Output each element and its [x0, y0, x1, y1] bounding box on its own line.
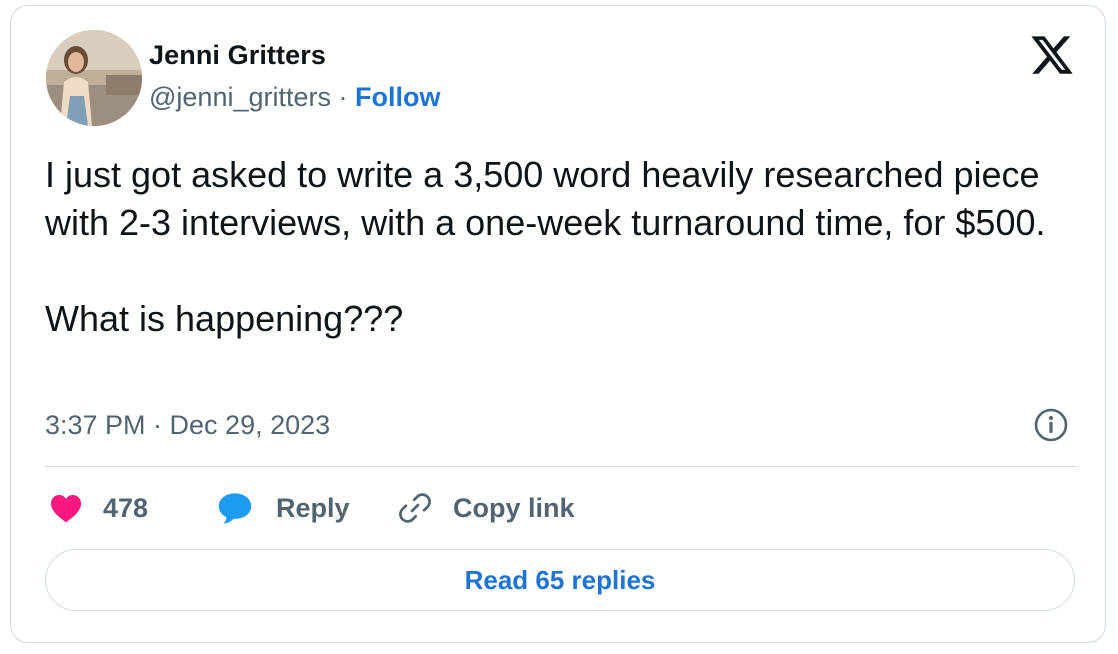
tweet-paragraph: What is happening??? [45, 298, 404, 339]
avatar[interactable] [46, 30, 142, 126]
tweet-paragraph: I just got asked to write a 3,500 word h… [45, 154, 1046, 243]
reply-label: Reply [276, 492, 350, 523]
info-icon[interactable] [1032, 406, 1070, 444]
x-logo-icon[interactable] [1029, 32, 1075, 78]
speech-bubble-icon [218, 493, 252, 524]
author-handle-row: @jenni_gritters · Follow [149, 82, 441, 113]
link-icon [399, 493, 431, 523]
like-button[interactable]: 478 [49, 486, 148, 530]
author-display-name[interactable]: Jenni Gritters [149, 40, 326, 71]
read-replies-button[interactable]: Read 65 replies [45, 549, 1075, 611]
copy-link-label: Copy link [453, 492, 575, 523]
author-handle[interactable]: @jenni_gritters [149, 82, 331, 112]
follow-button[interactable]: Follow [355, 82, 440, 112]
copy-link-button[interactable]: Copy link [397, 486, 575, 530]
tweet-timestamp[interactable]: 3:37 PM · Dec 29, 2023 [45, 410, 330, 441]
heart-icon [51, 495, 81, 523]
divider [45, 466, 1077, 467]
reply-button[interactable]: Reply [216, 486, 350, 530]
like-count: 478 [103, 492, 149, 523]
tweet-card: Jenni Gritters @jenni_gritters · Follow … [10, 5, 1106, 643]
handle-separator: · [338, 82, 348, 112]
tweet-text: I just got asked to write a 3,500 word h… [45, 151, 1055, 343]
